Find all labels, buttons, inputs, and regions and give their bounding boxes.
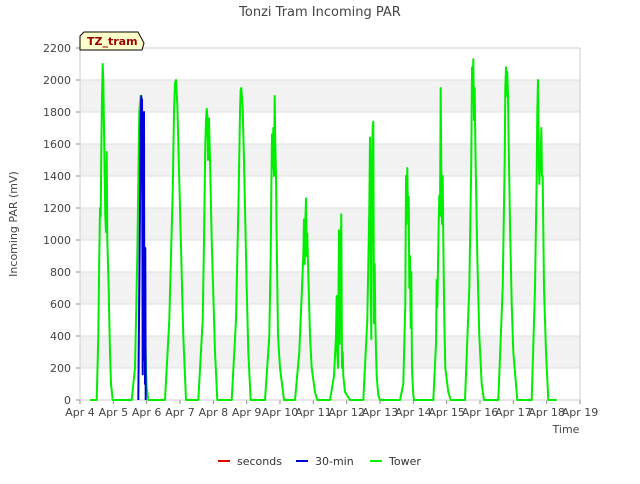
y-tick-label: 1600 [43, 138, 71, 151]
y-tick-label: 400 [50, 330, 71, 343]
legend-label: seconds [237, 455, 282, 468]
chart-title: Tonzi Tram Incoming PAR [238, 5, 401, 20]
y-tick-label: 1200 [43, 202, 71, 215]
x-tick-label: Apr 6 [132, 406, 162, 419]
legend-label: Tower [388, 455, 421, 468]
x-tick-label: Apr 19 [562, 406, 599, 419]
y-tick-label: 1400 [43, 170, 71, 183]
x-tick-label: Apr 18 [528, 406, 565, 419]
x-tick-label: Apr 12 [328, 406, 365, 419]
x-tick-label: Apr 10 [262, 406, 299, 419]
x-tick-label: Apr 13 [362, 406, 399, 419]
x-axis-label: Time [552, 423, 580, 436]
x-tick-label: Apr 8 [199, 406, 229, 419]
x-tick-label: Apr 17 [495, 406, 532, 419]
x-axis-ticks: Apr 4 Apr 5 Apr 6 Apr 7 Apr 8 Apr 9 Apr 10Apr … [65, 400, 598, 419]
y-tick-label: 1000 [43, 234, 71, 247]
legend: seconds 30-min Tower [218, 455, 421, 468]
x-tick-label: Apr 16 [462, 406, 499, 419]
y-tick-label: 800 [50, 266, 71, 279]
x-tick-label: Apr 9 [232, 406, 262, 419]
plot-band [80, 336, 580, 368]
badge: TZ_tram [79, 31, 145, 51]
chart-container: Tonzi Tram Incoming PAR 0 200 400 600 800 100… [0, 0, 640, 480]
x-tick-label: Apr 15 [428, 406, 465, 419]
plot-band [80, 272, 580, 304]
x-tick-label: Apr 5 [99, 406, 129, 419]
legend-label: 30-min [315, 455, 354, 468]
y-tick-label: 1800 [43, 106, 71, 119]
x-tick-label: Apr 4 [65, 406, 95, 419]
y-tick-label: 2000 [43, 74, 71, 87]
x-tick-label: Apr 11 [295, 406, 332, 419]
y-tick-label: 200 [50, 362, 71, 375]
x-tick-label: Apr 7 [165, 406, 195, 419]
y-axis-label: Incoming PAR (mV) [7, 171, 20, 277]
y-axis-ticks: 0200400600800100012001400160018002000220… [43, 42, 80, 407]
x-tick-label: Apr 14 [395, 406, 432, 419]
y-tick-label: 600 [50, 298, 71, 311]
chart-svg: Tonzi Tram Incoming PAR 0200400600800100… [7, 5, 598, 468]
y-tick-label: 2200 [43, 42, 71, 55]
badge-label: TZ_tram [87, 35, 138, 48]
plot-band [80, 208, 580, 240]
